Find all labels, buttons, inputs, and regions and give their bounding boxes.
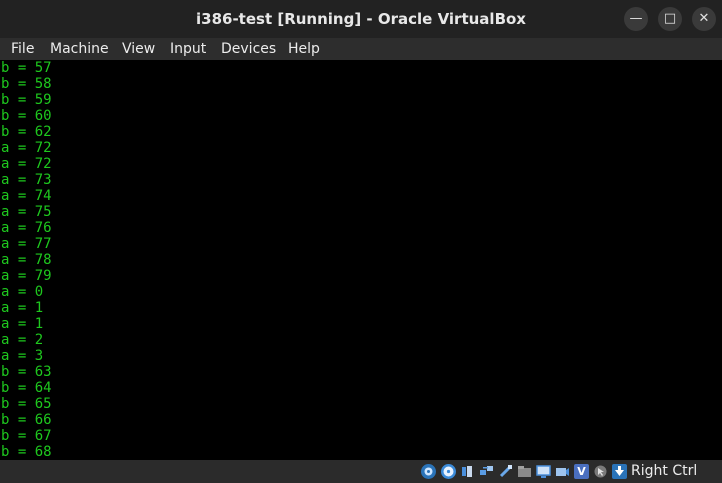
console-line: a = 75 — [1, 204, 52, 220]
shared-folders-icon[interactable] — [517, 464, 532, 479]
audio-icon[interactable] — [460, 464, 475, 479]
console-line: a = 1 — [1, 316, 44, 332]
menu-view[interactable]: View — [122, 38, 155, 60]
console-line: b = 62 — [1, 124, 52, 140]
console-line: b = 60 — [1, 108, 52, 124]
console-line: a = 79 — [1, 268, 52, 284]
maximize-button[interactable]: □ — [658, 7, 682, 31]
console-line: b = 64 — [1, 380, 52, 396]
console-line: b = 67 — [1, 428, 52, 444]
menu-machine[interactable]: Machine — [50, 38, 109, 60]
network-icon[interactable] — [479, 464, 494, 479]
display-icon[interactable] — [536, 464, 551, 479]
status-bar: V Right Ctrl — [0, 460, 722, 483]
console-line: a = 2 — [1, 332, 44, 348]
virtualbox-window: i386-test [Running] - Oracle VirtualBox … — [0, 0, 722, 483]
menu-devices[interactable]: Devices — [221, 38, 276, 60]
console-line: b = 59 — [1, 92, 52, 108]
menu-input[interactable]: Input — [170, 38, 206, 60]
minimize-button[interactable]: — — [624, 7, 648, 31]
hard-disk-icon[interactable] — [421, 464, 436, 479]
window-title: i386-test [Running] - Oracle VirtualBox — [196, 10, 526, 28]
console-line: a = 76 — [1, 220, 52, 236]
console-line: a = 73 — [1, 172, 52, 188]
title-bar[interactable]: i386-test [Running] - Oracle VirtualBox … — [0, 0, 722, 38]
console-line: b = 58 — [1, 76, 52, 92]
menu-bar: File Machine View Input Devices Help — [0, 38, 722, 60]
usb-icon[interactable] — [498, 464, 513, 479]
console-line: a = 1 — [1, 300, 44, 316]
console-line: a = 77 — [1, 236, 52, 252]
console-line: b = 68 — [1, 444, 52, 460]
keyboard-icon[interactable] — [612, 464, 627, 479]
console-line: a = 3 — [1, 348, 44, 364]
menu-help[interactable]: Help — [288, 38, 320, 60]
console-line: a = 78 — [1, 252, 52, 268]
vm-display[interactable]: b = 57 b = 58 b = 59 b = 60 b = 62 a = 7… — [0, 60, 722, 460]
console-line: b = 66 — [1, 412, 52, 428]
host-key-label: Right Ctrl — [631, 463, 698, 479]
mouse-integration-icon[interactable] — [593, 464, 608, 479]
console-line: a = 72 — [1, 156, 52, 172]
menu-file[interactable]: File — [11, 38, 34, 60]
console-line: b = 65 — [1, 396, 52, 412]
optical-disk-icon[interactable] — [441, 464, 456, 479]
console-line: a = 0 — [1, 284, 44, 300]
console-line: a = 74 — [1, 188, 52, 204]
close-button[interactable]: ✕ — [692, 7, 716, 31]
recording-icon[interactable] — [555, 464, 570, 479]
console-line: a = 72 — [1, 140, 52, 156]
console-line: b = 57 — [1, 60, 52, 76]
virtualization-icon: V — [574, 464, 589, 479]
console-line: b = 63 — [1, 364, 52, 380]
